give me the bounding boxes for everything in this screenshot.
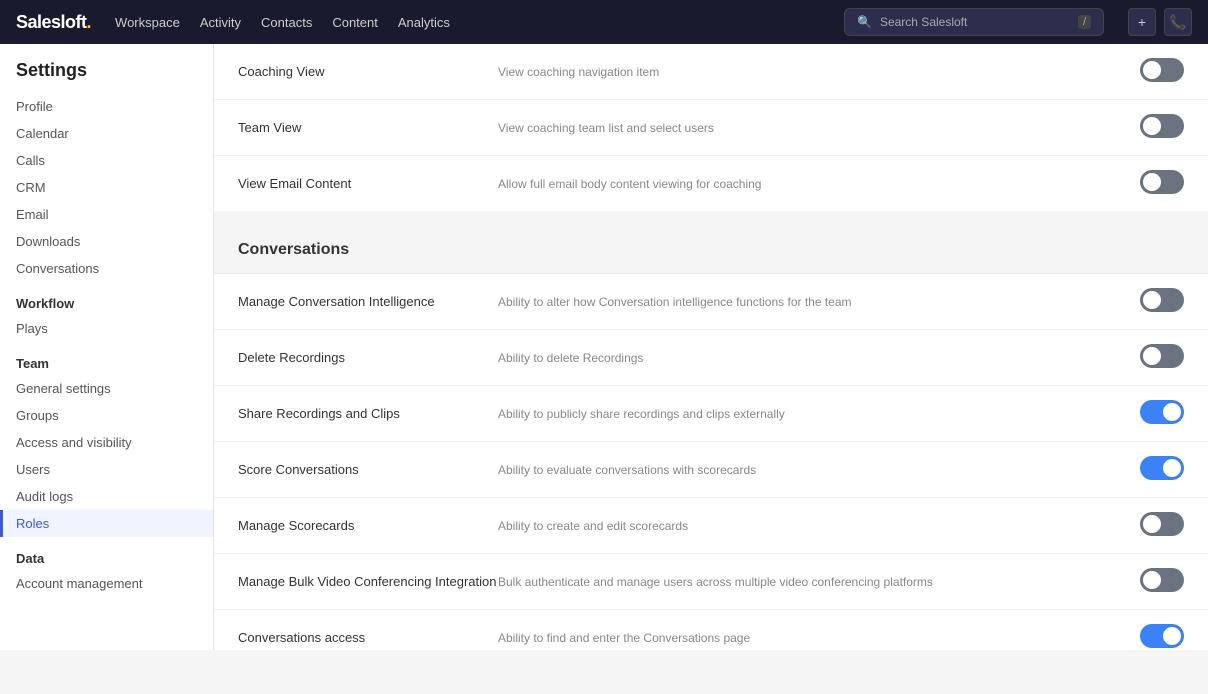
row-label: Manage Scorecards — [238, 518, 498, 533]
row-desc: Allow full email body content viewing fo… — [498, 177, 1140, 191]
sidebar-item-crm[interactable]: CRM — [0, 174, 213, 201]
row-label: Coaching View — [238, 64, 498, 79]
sidebar-section-data: Data Account management — [0, 541, 213, 597]
sidebar-workflow-header: Workflow — [0, 286, 213, 315]
delete-recordings-toggle[interactable] — [1140, 344, 1184, 371]
row-label: Manage Bulk Video Conferencing Integrati… — [238, 574, 498, 589]
sidebar-data-header: Data — [0, 541, 213, 570]
main-content: Coaching View View coaching navigation i… — [214, 44, 1208, 650]
bulk-video-toggle[interactable] — [1140, 568, 1184, 595]
conversations-heading: Conversations — [214, 227, 1208, 274]
sidebar-item-access-visibility[interactable]: Access and visibility — [0, 429, 213, 456]
manage-scorecards-toggle[interactable] — [1140, 512, 1184, 539]
table-row: Manage Scorecards Ability to create and … — [214, 498, 1208, 554]
coaching-rows: Coaching View View coaching navigation i… — [214, 44, 1208, 211]
sidebar-item-account-management[interactable]: Account management — [0, 570, 213, 597]
conversations-access-toggle[interactable] — [1140, 624, 1184, 650]
row-label: Delete Recordings — [238, 350, 498, 365]
sidebar-item-profile[interactable]: Profile — [0, 93, 213, 120]
table-row: Score Conversations Ability to evaluate … — [214, 442, 1208, 498]
table-row: Share Recordings and Clips Ability to pu… — [214, 386, 1208, 442]
table-row: Manage Conversation Intelligence Ability… — [214, 274, 1208, 330]
sidebar-section-workflow: Workflow Plays — [0, 286, 213, 342]
coaching-view-toggle[interactable] — [1140, 58, 1184, 85]
sidebar-item-users[interactable]: Users — [0, 456, 213, 483]
sidebar-item-groups[interactable]: Groups — [0, 402, 213, 429]
sidebar-item-calls[interactable]: Calls — [0, 147, 213, 174]
top-navigation: Salesloft. Workspace Activity Contacts C… — [0, 0, 1208, 44]
score-conversations-toggle[interactable] — [1140, 456, 1184, 483]
row-label: Manage Conversation Intelligence — [238, 294, 498, 309]
logo: Salesloft. — [16, 12, 91, 33]
row-desc: Ability to create and edit scorecards — [498, 519, 1140, 533]
sidebar-section-team: Team General settings Groups Access and … — [0, 346, 213, 537]
search-bar[interactable]: 🔍 Search Salesloft / — [844, 8, 1104, 36]
team-view-toggle[interactable] — [1140, 114, 1184, 141]
table-row: Conversations access Ability to find and… — [214, 610, 1208, 650]
topnav-actions: + 📞 — [1128, 8, 1192, 36]
conversations-section: Conversations Manage Conversation Intell… — [214, 227, 1208, 650]
sidebar-section-main: Profile Calendar Calls CRM Email Downloa… — [0, 93, 213, 282]
sidebar-item-general-settings[interactable]: General settings — [0, 375, 213, 402]
manage-convo-intelligence-toggle[interactable] — [1140, 288, 1184, 315]
table-row: Team View View coaching team list and se… — [214, 100, 1208, 156]
sidebar-item-roles[interactable]: Roles — [0, 510, 213, 537]
search-icon: 🔍 — [857, 15, 872, 29]
sidebar-item-plays[interactable]: Plays — [0, 315, 213, 342]
nav-content[interactable]: Content — [332, 11, 378, 34]
nav-links: Workspace Activity Contacts Content Anal… — [115, 11, 820, 34]
sidebar-title: Settings — [0, 60, 213, 93]
sidebar-team-header: Team — [0, 346, 213, 375]
layout: Settings Profile Calendar Calls CRM Emai… — [0, 44, 1208, 650]
table-row: Delete Recordings Ability to delete Reco… — [214, 330, 1208, 386]
row-desc: View coaching team list and select users — [498, 121, 1140, 135]
view-email-content-toggle[interactable] — [1140, 170, 1184, 197]
nav-activity[interactable]: Activity — [200, 11, 241, 34]
phone-button[interactable]: 📞 — [1164, 8, 1192, 36]
sidebar-item-downloads[interactable]: Downloads — [0, 228, 213, 255]
sidebar: Settings Profile Calendar Calls CRM Emai… — [0, 44, 214, 650]
nav-contacts[interactable]: Contacts — [261, 11, 312, 34]
row-desc: Ability to evaluate conversations with s… — [498, 463, 1140, 477]
add-button[interactable]: + — [1128, 8, 1156, 36]
row-label: Team View — [238, 120, 498, 135]
logo-dot: . — [87, 12, 92, 32]
sidebar-item-audit-logs[interactable]: Audit logs — [0, 483, 213, 510]
nav-analytics[interactable]: Analytics — [398, 11, 450, 34]
row-label: Score Conversations — [238, 462, 498, 477]
row-desc: Bulk authenticate and manage users acros… — [498, 575, 1140, 589]
search-placeholder: Search Salesloft — [880, 15, 967, 29]
table-row: Manage Bulk Video Conferencing Integrati… — [214, 554, 1208, 610]
row-desc: Ability to alter how Conversation intell… — [498, 295, 1140, 309]
nav-workspace[interactable]: Workspace — [115, 11, 180, 34]
row-desc: Ability to publicly share recordings and… — [498, 407, 1140, 421]
conversations-rows: Manage Conversation Intelligence Ability… — [214, 274, 1208, 650]
row-label: Conversations access — [238, 630, 498, 645]
sidebar-item-conversations[interactable]: Conversations — [0, 255, 213, 282]
table-row: Coaching View View coaching navigation i… — [214, 44, 1208, 100]
sidebar-item-calendar[interactable]: Calendar — [0, 120, 213, 147]
row-desc: Ability to delete Recordings — [498, 351, 1140, 365]
row-desc: Ability to find and enter the Conversati… — [498, 631, 1140, 645]
row-desc: View coaching navigation item — [498, 65, 1140, 79]
share-recordings-toggle[interactable] — [1140, 400, 1184, 427]
search-shortcut: / — [1078, 15, 1091, 29]
row-label: View Email Content — [238, 176, 498, 191]
table-row: View Email Content Allow full email body… — [214, 156, 1208, 211]
sidebar-item-email[interactable]: Email — [0, 201, 213, 228]
row-label: Share Recordings and Clips — [238, 406, 498, 421]
